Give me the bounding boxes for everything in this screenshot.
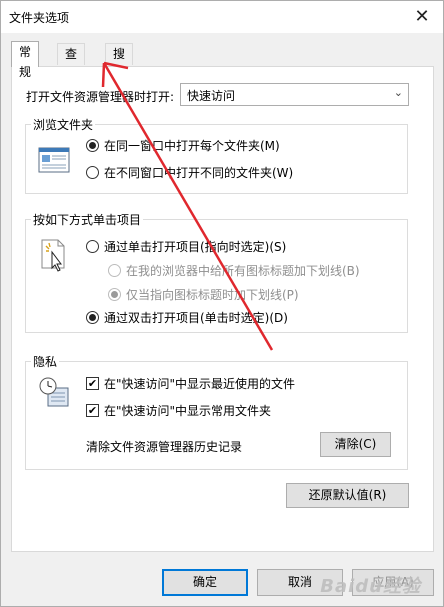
- checkbox-recent-files[interactable]: ✔ 在"快速访问"中显示最近使用的文件: [86, 375, 295, 392]
- single-window-icon: [38, 147, 70, 173]
- ok-button-label: 确定: [192, 575, 217, 589]
- radio-underline-always-label: 在我的浏览器中给所有图标标题加下划线(B): [126, 264, 360, 278]
- radio-double-click-dot: [86, 311, 99, 324]
- baidu-watermark: Baidu经验: [320, 576, 421, 597]
- click-items-group: 按如下方式单击项目 通过单击打开项目(指向时选定)(S) 在我的浏览器中给所有图…: [25, 211, 408, 333]
- chevron-down-icon: ⌄: [393, 86, 403, 99]
- radio-single-click-dot: [86, 240, 99, 253]
- browse-folders-title: 浏览文件夹: [31, 116, 96, 133]
- privacy-title: 隐私: [31, 353, 60, 370]
- open-in-value: 快速访问: [187, 89, 236, 103]
- privacy-clock-icon: [39, 377, 69, 407]
- folder-options-dialog: 文件夹选项 ✕ 常规 查看 搜索 打开文件资源管理器时打开: 快速访问 ⌄ 浏览…: [0, 0, 444, 607]
- radio-same-window-dot: [86, 139, 99, 152]
- clear-history-label: 清除文件资源管理器历史记录: [86, 440, 243, 454]
- checkbox-frequent-folders[interactable]: ✔ 在"快速访问"中显示常用文件夹: [86, 402, 271, 419]
- radio-single-click[interactable]: 通过单击打开项目(指向时选定)(S): [86, 238, 286, 255]
- radio-underline-point-dot: [108, 288, 121, 301]
- ok-button[interactable]: 确定: [162, 569, 248, 596]
- privacy-group: 隐私 ✔ 在"快速访问"中显示最近使用的文件 ✔ 在"快速访问"中显示常用文件夹…: [25, 353, 408, 470]
- checkmark-icon: ✔: [86, 377, 99, 390]
- clear-history-button-label: 清除(C): [334, 437, 377, 451]
- radio-same-window-label: 在同一窗口中打开每个文件夹(M): [104, 139, 280, 153]
- close-icon[interactable]: ✕: [405, 3, 439, 31]
- browse-folders-group: 浏览文件夹 在同一窗口中打开每个文件夹(M) 在不同窗口中打开不同的文件夹(W): [25, 116, 408, 194]
- radio-single-click-label: 通过单击打开项目(指向时选定)(S): [104, 240, 287, 254]
- cancel-button-label: 取消: [287, 575, 312, 589]
- radio-underline-point[interactable]: 仅当指向图标标题时加下划线(P): [108, 286, 299, 303]
- radio-underline-always-dot: [108, 264, 121, 277]
- checkmark-icon: ✔: [86, 404, 99, 417]
- radio-underline-always[interactable]: 在我的浏览器中给所有图标标题加下划线(B): [108, 262, 360, 279]
- radio-double-click[interactable]: 通过双击打开项目(单击时选定)(D): [86, 309, 288, 326]
- cursor-click-icon: [41, 239, 65, 272]
- tab-general-label: 常规: [19, 45, 32, 79]
- click-items-title: 按如下方式单击项目: [31, 211, 144, 228]
- restore-defaults-button-label: 还原默认值(R): [308, 488, 387, 502]
- open-in-label: 打开文件资源管理器时打开:: [26, 90, 175, 104]
- radio-double-click-label: 通过双击打开项目(单击时选定)(D): [104, 311, 288, 325]
- checkbox-frequent-folders-label: 在"快速访问"中显示常用文件夹: [104, 404, 272, 418]
- tab-search[interactable]: 搜索: [105, 43, 134, 81]
- title-bar: 文件夹选项 ✕: [1, 1, 443, 33]
- restore-defaults-button[interactable]: 还原默认值(R): [286, 483, 409, 508]
- general-tab-panel: 打开文件资源管理器时打开: 快速访问 ⌄ 浏览文件夹 在同一窗口中打开每个文件夹…: [11, 66, 434, 552]
- tab-view[interactable]: 查看: [57, 43, 86, 81]
- window-title: 文件夹选项: [9, 11, 70, 25]
- tab-general[interactable]: 常规: [11, 41, 40, 79]
- clear-history-button[interactable]: 清除(C): [320, 432, 391, 457]
- radio-new-window-dot: [86, 166, 99, 179]
- checkbox-recent-files-label: 在"快速访问"中显示最近使用的文件: [104, 377, 296, 391]
- open-in-dropdown[interactable]: 快速访问 ⌄: [180, 83, 409, 106]
- radio-same-window[interactable]: 在同一窗口中打开每个文件夹(M): [86, 137, 280, 154]
- radio-underline-point-label: 仅当指向图标标题时加下划线(P): [126, 288, 299, 302]
- radio-new-window[interactable]: 在不同窗口中打开不同的文件夹(W): [86, 164, 293, 181]
- radio-new-window-label: 在不同窗口中打开不同的文件夹(W): [104, 166, 294, 180]
